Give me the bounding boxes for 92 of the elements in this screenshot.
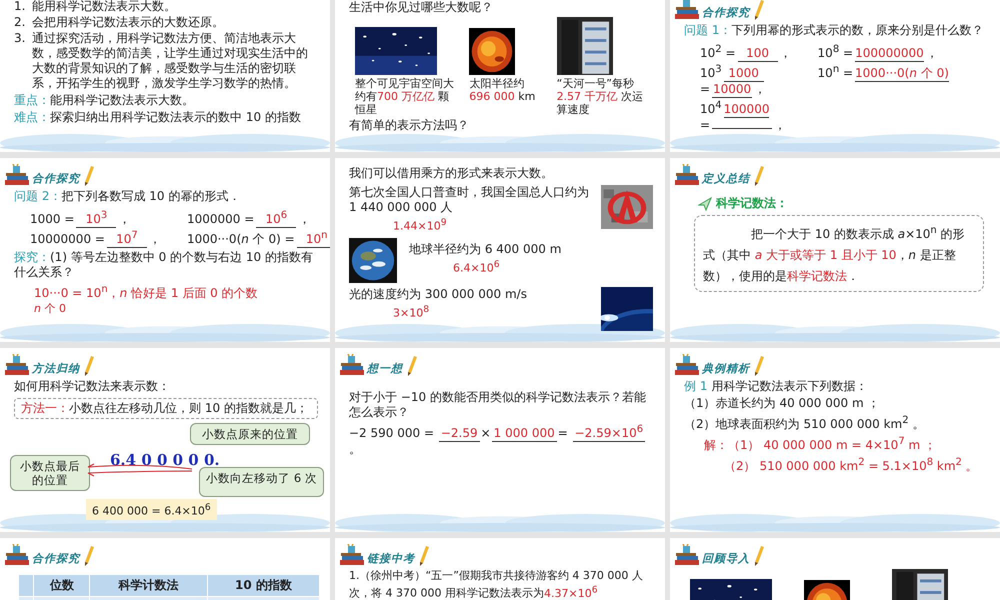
- equation: 1000000 = 10$^{6}$ ，: [186, 208, 312, 228]
- slide-text: 例 1 用科学记数法表示下列数据：: [684, 379, 868, 394]
- equation: 10$^{4}$ 100000: [700, 99, 770, 118]
- answer-text: 1.44×10$^{9}$: [392, 216, 448, 234]
- slide-heading: 典例精析: [702, 361, 750, 376]
- equation: 10$^{n}$ = 1000···0(n 个 0): [818, 63, 950, 82]
- column-header: 10 的指数: [207, 574, 320, 596]
- picture-caption: “天河一号”每秒 2.57 千万亿 次运算速度: [556, 77, 644, 116]
- slide-text: （1）赤道长约为 40 000 000 m ；: [684, 396, 880, 411]
- slide-heading: 合作探究: [702, 5, 750, 20]
- slide-thumbnail[interactable]: 合作探究 问题 1：下列用幂的形式表示的数，原来分别是什么数？ 10$^{2}$ = 100 ， 10$^{3}$ 1000 = 10000 ， 10$^{4}$ 100000 = ， 10$^{8}$ = 100000000 ， 10$^{n}$ = 1000···0(n 个 0): [670, 0, 1000, 152]
- slide-text: 重点：能用科学记数法表示大数。: [14, 93, 194, 108]
- definition-box: 把一个大于 10 的数表示成 a×10$^{n}$ 的形式（其中 a 大于或等于 1 且小于 10，n 是正整数），使用的是科学记数法．: [694, 215, 984, 292]
- picture-caption: 整个可见宇宙空间大约有700 万亿亿 颗恒星: [355, 77, 455, 116]
- answer-text: 10···0 = 10$^{n}$，n 恰好是 1 后面 0 的个数: [33, 283, 259, 301]
- slide-heading: 合作探究: [32, 551, 80, 566]
- slide-thumbnail[interactable]: 我们可以借用乘方的形式来表示大数。 第七次全国人口普查时，我国全国总人口约为 1 440 000 000 人 1.44×10$^{9}$ 地球半径约为 6 400 000 m 6.4×10$^{6}$ 光的速度约为 300 000 000 m/s 3×10$^{8}$: [335, 158, 665, 342]
- books-icon: [339, 354, 365, 376]
- pencil-icon: [752, 544, 765, 566]
- answer-text: 解：（1） 40 000 000 m = 4×10$^{7}$ m ；: [703, 435, 938, 453]
- callout-bubble: 小数向左移动了 6 次: [199, 467, 324, 497]
- paper-plane-icon: [698, 196, 712, 210]
- equation: = 10000 ，: [700, 82, 768, 98]
- slide-text: 有简单的表示方法吗？: [349, 118, 469, 133]
- list-item: 1. 能用科学记数法表示大数。: [14, 0, 177, 14]
- term-title: 科学记数法：: [716, 196, 788, 211]
- slide-heading: 回顾导入: [702, 551, 750, 566]
- books-icon: [339, 544, 365, 566]
- equation: 1000 = 10$^{3}$ ，: [30, 208, 132, 228]
- slide-text: 问题 2：把下列各数写成 10 的幂的形式．: [14, 189, 240, 204]
- callout-bubble: 小数点原来的位置: [190, 423, 310, 445]
- equation: = ，: [700, 118, 788, 133]
- equation: 10$^{3}$ 1000: [700, 62, 792, 82]
- slide-text: 第七次全国人口普查时，我国全国总人口约为 1 440 000 000 人: [349, 185, 589, 215]
- slide-thumbnail[interactable]: 链接中考 1.（徐州中考）“五一”假期我市共接待游客约 4 370 000 人次，将 4 370 000 用科学记数法表示为4.37×10$^{6}$: [335, 538, 665, 600]
- slide-heading: 链接中考: [367, 551, 415, 566]
- pencil-icon: [82, 544, 95, 566]
- slide-thumbnail[interactable]: 想一想 对于小于 −10 的数能否用类似的科学记数法表示？若能怎么表示？ −2 590 000 = −2.59 × 1 000 000 = −2.59×10$^{6}$ 。: [335, 348, 665, 532]
- equation: 10000000 = 10$^{7}$ ，: [30, 228, 161, 248]
- slide-text: 我们可以借用乘方的形式来表示大数。: [349, 166, 553, 181]
- slide-thumbnail[interactable]: 1. 能用科学记数法表示大数。 2. 会把用科学记数法表示的大数还原。 3. 通过探究活动，用科学记数法方便、简洁地表示大数，感受数学的简洁美，让学生通过对现实生活中的大数的背景知识的了解，感受数学与生活的密切联系，开拓学生的视野，激发学生学习数学的热情。 重点：能用科学记数法表示大数。 难点：探索归纳出用科学记数法表示的数中 10 的指数: [0, 0, 330, 152]
- equation: 10$^{2}$ = 100 ，: [700, 43, 792, 62]
- pencil-icon: [405, 354, 418, 376]
- answer-text: 3×10$^{8}$: [392, 302, 430, 320]
- column-header: 科学计数法: [90, 574, 208, 596]
- column-header: 位数: [34, 574, 90, 596]
- slide-thumbnail[interactable]: 典例精析 例 1 用科学记数法表示下列数据： （1）赤道长约为 40 000 000 m ； （2）地球表面积约为 510 000 000 km$^{2}$ 。 解：（1） 40 000 000 m = 4×10$^{7}$ m ； （2） 510 000 000 km$^{2}$ = 5.1×10$^{8}$ km$^{2}$ 。: [670, 348, 1000, 532]
- pencil-icon: [82, 164, 95, 186]
- slide-heading: 想一想: [367, 361, 403, 376]
- equation: 10$^{8}$ = 100000000 ，: [818, 43, 939, 62]
- answer-text: 6.4×10$^{6}$: [452, 258, 501, 276]
- books-icon: [674, 354, 700, 376]
- slide-text: （2）地球表面积约为 510 000 000 km$^{2}$ 。: [684, 414, 924, 432]
- slide-heading: 合作探究: [32, 171, 80, 186]
- books-icon: [4, 544, 30, 566]
- slide-thumbnail[interactable]: 定义总结 科学记数法： 把一个大于 10 的数表示成 a×10$^{n}$ 的形式（其中 a 大于或等于 1 且小于 10，n 是正整数），使用的是科学记数法．: [670, 158, 1000, 342]
- slide-text: 1.（徐州中考）“五一”假期我市共接待游客约 4 370 000 人次，将 4 370 000 用科学记数法表示为4.37×10$^{6}$: [349, 569, 644, 600]
- books-icon: [674, 0, 700, 20]
- pencil-icon: [752, 0, 765, 20]
- slide-heading: 方法归纳: [32, 361, 80, 376]
- books-icon: [4, 164, 30, 186]
- slide-text: 如何用科学记数法来表示数：: [14, 379, 170, 394]
- slide-text: 问题 1：下列用幂的形式表示的数，原来分别是什么数？: [684, 23, 984, 38]
- slide-thumbnail[interactable]: 合作探究 位数 科学计数法 10 的指数: [0, 538, 330, 600]
- slide-text: −2 590 000 = −2.59 × 1 000 000 = −2.59×10$^{6}$ 。: [349, 422, 646, 457]
- slide-text: 对于小于 −10 的数能否用类似的科学记数法表示？若能怎么表示？: [349, 390, 647, 420]
- books-icon: [4, 354, 30, 376]
- slide-heading: 定义总结: [702, 171, 750, 186]
- slide-thumbnail[interactable]: 生活中你见过哪些大数呢？ 整个可见宇宙空间大约有700 万亿亿 颗恒星 太阳半径约 696 000 km “天河一号”每秒 2.57 千万亿 次运算速度 有简单的表示方法吗？: [335, 0, 665, 152]
- slide-text: 生活中你见过哪些大数呢？: [349, 0, 493, 15]
- pencil-icon: [752, 354, 765, 376]
- slide-text: 地球半径约为 6 400 000 m: [409, 242, 562, 257]
- books-icon: [674, 544, 700, 566]
- result-text: 6 400 000 = 6.4×10$^{6}$: [86, 499, 217, 520]
- list-item: 3. 通过探究活动，用科学记数法方便、简洁地表示大数，感受数学的简洁美，让学生通过对现实生活中的大数的背景知识的了解，感受数学与生活的密切联系，开拓学生的视野，激发学生学习数学的热情。: [14, 31, 309, 91]
- picture-caption: 太阳半径约 696 000 km: [469, 77, 536, 103]
- list-item: 2. 会把用科学记数法表示的大数还原。: [14, 15, 225, 30]
- pencil-icon: [752, 164, 765, 186]
- slide-text: 难点：探索归纳出用科学记数法表示的数中 10 的指数: [14, 110, 301, 125]
- slide-text: 光的速度约为 300 000 000 m/s: [349, 286, 528, 302]
- slide-thumbnail[interactable]: 合作探究 问题 2：把下列各数写成 10 的幂的形式． 1000 = 10$^{3}$ ， 10000000 = 10$^{7}$ ， 1000000 = 10$^{6}$ ， 1000···0(n 个 0) = 10$^{n}$ 探究：(1) 等号左边整数中 0 的个数与右边 10 的指数有什么关系？ 10···0 = 10$^{n}$，n 恰好是 1 后面 0 的个数 n 个 0: [0, 158, 330, 342]
- slide-text: 探究：(1) 等号左边整数中 0 的个数与右边 10 的指数有什么关系？: [14, 250, 314, 280]
- callout-bubble: 小数点最后的位置: [10, 455, 90, 491]
- answer-text: n 个 0: [33, 303, 67, 315]
- books-icon: [674, 164, 700, 186]
- answer-text: （2） 510 000 000 km$^{2}$ = 5.1×10$^{8}$ km$^{2}$ 。: [723, 456, 979, 474]
- decimal-number: 6.4 0 0 0 0 0.: [110, 453, 220, 468]
- slide-thumbnail[interactable]: 回顾导入: [670, 538, 1000, 600]
- pencil-icon: [417, 544, 430, 566]
- method-box: 方法一：小数点往左移动几位，则 10 的指数就是几；: [14, 398, 318, 419]
- slide-thumbnail[interactable]: 方法归纳 如何用科学记数法来表示数： 方法一：小数点往左移动几位，则 10 的指数就是几； 小数点原来的位置 小数点最后的位置 小数向左移动了 6 次 6.4 0 0 0 0 0. 6 400 000 = 6.4×10$^{6}$: [0, 348, 330, 532]
- pencil-icon: [82, 354, 95, 376]
